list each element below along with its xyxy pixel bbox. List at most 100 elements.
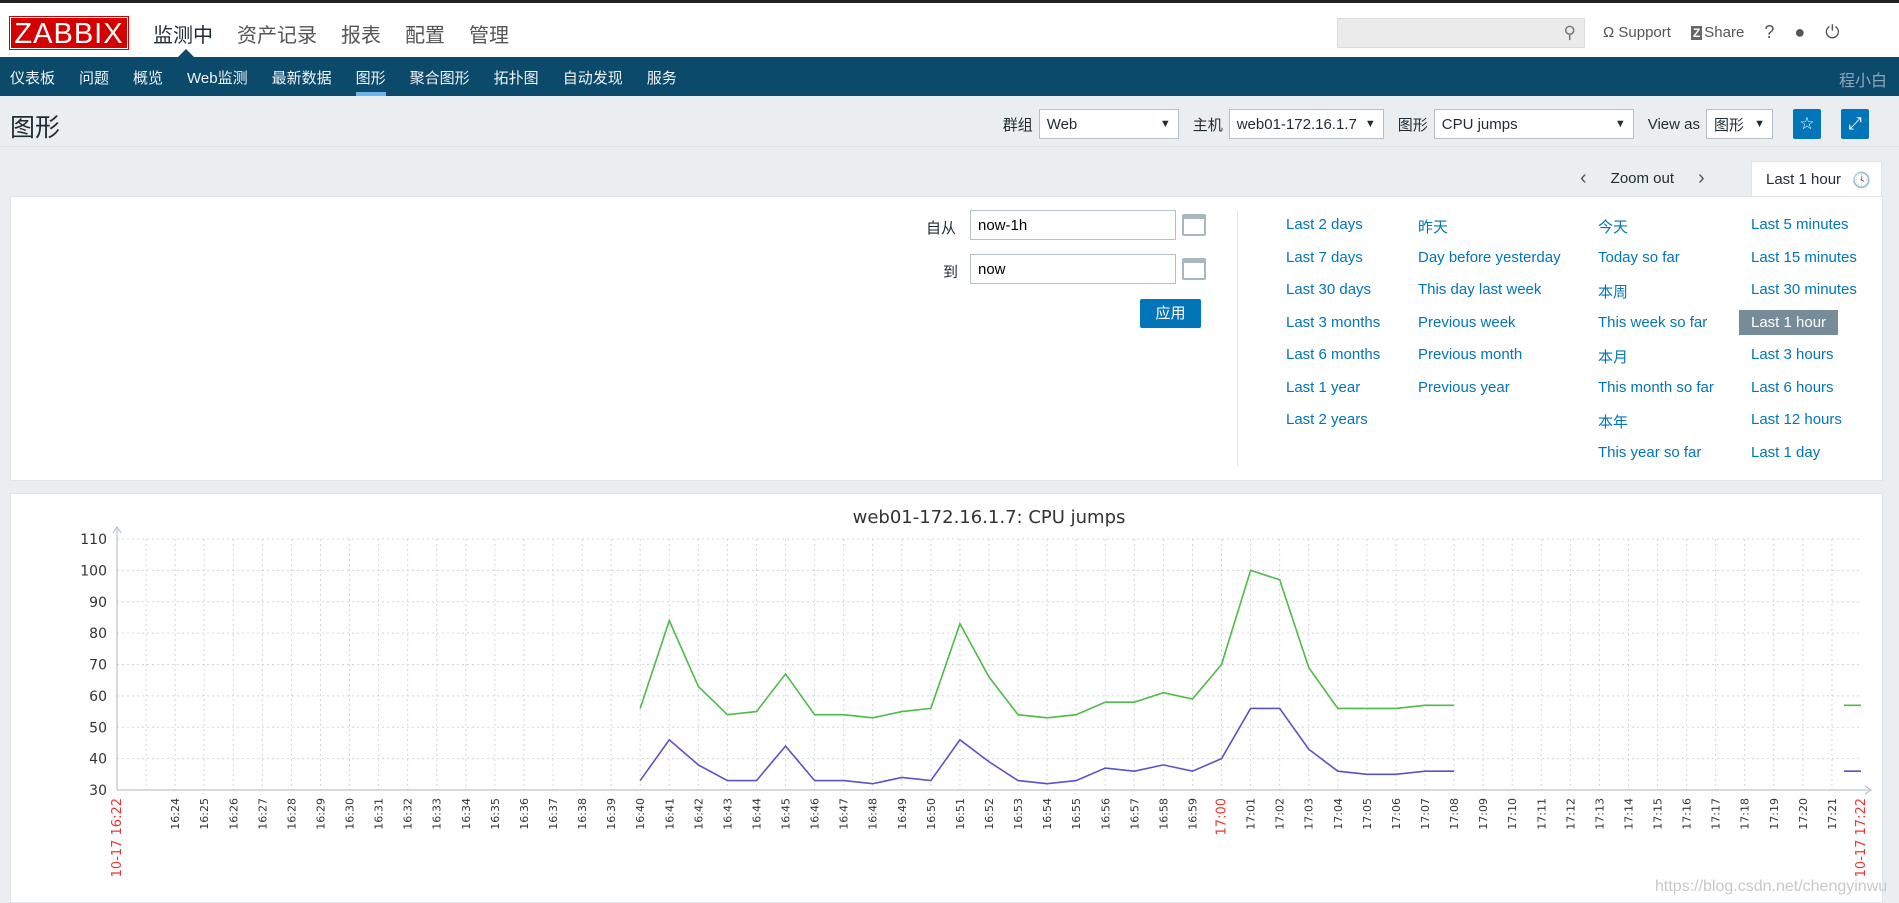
calendar-icon[interactable] [1182, 214, 1206, 236]
search-input[interactable]: ⚲ [1337, 18, 1585, 48]
x-tick-label: 16:50 [925, 798, 938, 830]
quick-range-link[interactable]: Previous week [1418, 314, 1516, 331]
apply-button[interactable]: 应用 [1140, 299, 1201, 328]
user-profile-icon[interactable]: ● [1794, 22, 1805, 43]
main-menu: 监测中 资产记录 报表 配置 管理 [153, 19, 509, 48]
x-tick-label: 16:46 [809, 798, 822, 830]
calendar-icon[interactable] [1182, 258, 1206, 280]
x-tick-label: 16:41 [663, 798, 676, 830]
zoom-out-button[interactable]: Zoom out [1611, 170, 1674, 187]
zabbix-logo[interactable]: ZABBIX [9, 16, 129, 50]
nav-services[interactable]: 服务 [647, 67, 677, 96]
nav-screens[interactable]: 聚合图形 [410, 67, 470, 96]
quick-range-link[interactable]: Previous year [1418, 379, 1510, 396]
x-tick-label: 17:09 [1477, 798, 1490, 830]
to-input[interactable] [970, 254, 1176, 284]
x-tick-label: 17:11 [1535, 798, 1548, 830]
prev-period-chevron-icon[interactable]: ‹ [1580, 167, 1587, 190]
x-tick-label: 16:59 [1186, 798, 1199, 830]
favorite-star-button[interactable]: ☆ [1793, 109, 1821, 139]
x-tick-label: 16:25 [198, 798, 211, 830]
quick-range-link[interactable]: Last 6 hours [1751, 379, 1834, 396]
x-tick-label: 16:39 [605, 798, 618, 830]
nav-discovery[interactable]: 自动发现 [563, 67, 623, 96]
quick-range-link[interactable]: 昨天 [1418, 216, 1448, 237]
support-link[interactable]: Ω Support [1603, 24, 1671, 41]
menu-administration[interactable]: 管理 [469, 19, 509, 48]
menu-monitoring[interactable]: 监测中 [153, 19, 213, 48]
cpu-jumps-chart: web01-172.16.1.7: CPU jumps 30 40 50 60 70 80 9… [80, 507, 1872, 877]
clock-icon: 🕓 [1852, 171, 1871, 189]
share-link[interactable]: Z Share [1690, 24, 1744, 41]
quick-range-link[interactable]: This week so far [1598, 314, 1707, 331]
x-tick-label: 16:35 [489, 798, 502, 830]
quick-range-link[interactable]: Last 15 minutes [1751, 249, 1857, 266]
next-period-chevron-icon[interactable]: › [1698, 167, 1705, 190]
menu-configuration[interactable]: 配置 [405, 19, 445, 48]
quick-range-link[interactable]: This year so far [1598, 444, 1701, 461]
viewas-select[interactable]: 图形 ▼ [1706, 109, 1773, 139]
from-label: 自从 [926, 220, 957, 237]
x-tick-label: 16:24 [169, 798, 182, 830]
quick-range-link[interactable]: 今天 [1598, 216, 1628, 237]
menu-reports[interactable]: 报表 [341, 19, 381, 48]
logout-power-icon[interactable]: ⏻ [1825, 22, 1839, 43]
x-tick-label: 17:05 [1361, 798, 1374, 830]
x-tick-label: 17:18 [1739, 798, 1752, 830]
x-tick-label: 16:29 [314, 798, 327, 830]
quick-range-link[interactable]: Last 5 minutes [1751, 216, 1849, 233]
share-z-icon: Z [1690, 26, 1703, 40]
fullscreen-button[interactable]: ⤢ [1841, 109, 1869, 139]
help-button[interactable]: ? [1764, 22, 1774, 43]
quick-range-link[interactable]: Last 1 hour [1739, 309, 1839, 335]
x-tick-label: 16:42 [692, 798, 705, 830]
x-tick-label: 17:04 [1332, 798, 1345, 830]
dropdown-arrow-icon: ▼ [1364, 118, 1376, 130]
nav-problems[interactable]: 问题 [79, 67, 109, 96]
dropdown-arrow-icon: ▼ [1614, 118, 1626, 130]
quick-range-link[interactable]: Last 2 years [1286, 411, 1368, 428]
quick-range-link[interactable]: Last 6 months [1286, 346, 1380, 363]
quick-range-link[interactable]: Last 30 minutes [1751, 281, 1857, 298]
quick-range-link[interactable]: Today so far [1598, 249, 1680, 266]
x-tick-label: 16:51 [954, 798, 967, 830]
x-tick-label: 16:52 [983, 798, 996, 830]
time-filter-tab[interactable]: Last 1 hour 🕓 [1751, 161, 1882, 197]
nav-maps[interactable]: 拓扑图 [494, 67, 539, 96]
quick-range-link[interactable]: Last 7 days [1286, 249, 1363, 266]
nav-graphs[interactable]: 图形 [355, 67, 386, 96]
quick-range-link[interactable]: This day last week [1418, 281, 1541, 298]
quick-range-link[interactable]: Last 1 day [1751, 444, 1820, 461]
time-nav: ‹ Zoom out › [1580, 161, 1705, 196]
y-tick-label: 90 [89, 595, 107, 611]
x-tick-label: 16:40 [634, 798, 647, 830]
search-icon[interactable]: ⚲ [1564, 23, 1576, 43]
host-select[interactable]: web01-172.16.1.7 ▼ [1228, 109, 1384, 139]
quick-range-link[interactable]: Last 12 hours [1751, 411, 1842, 428]
x-tick-label: 17:08 [1448, 798, 1461, 830]
quick-range-link[interactable]: 本周 [1598, 281, 1628, 302]
nav-dashboard[interactable]: 仪表板 [10, 67, 55, 96]
quick-range-link[interactable]: Last 1 year [1286, 379, 1360, 396]
viewas-label: View as [1647, 115, 1700, 133]
quick-range-link[interactable]: 本月 [1598, 346, 1628, 367]
quick-range-link[interactable]: Previous month [1418, 346, 1522, 363]
from-input[interactable] [970, 210, 1176, 240]
watermark: https://blog.csdn.net/chengyinwu [1655, 878, 1888, 895]
quick-range-link[interactable]: 本年 [1598, 411, 1628, 432]
quick-range-link[interactable]: Last 30 days [1286, 281, 1371, 298]
quick-range-link[interactable]: This month so far [1598, 379, 1714, 396]
quick-range-link[interactable]: Last 3 hours [1751, 346, 1834, 363]
x-tick-label: 16:49 [896, 798, 909, 830]
quick-range-link[interactable]: Last 3 months [1286, 314, 1380, 331]
graph-filters: 群组 Web ▼ 主机 web01-172.16.1.7 ▼ 图形 CPU jump… [1003, 109, 1869, 139]
nav-web[interactable]: Web监测 [187, 67, 248, 96]
quick-range-link[interactable]: Day before yesterday [1418, 249, 1561, 266]
graph-select[interactable]: CPU jumps ▼ [1433, 109, 1634, 139]
quick-range-link[interactable]: Last 2 days [1286, 216, 1363, 233]
x-tick-label: 16:43 [721, 798, 734, 830]
menu-inventory[interactable]: 资产记录 [237, 19, 317, 48]
nav-latest-data[interactable]: 最新数据 [272, 67, 332, 96]
group-select[interactable]: Web ▼ [1038, 109, 1179, 139]
nav-overview[interactable]: 概览 [133, 67, 163, 96]
